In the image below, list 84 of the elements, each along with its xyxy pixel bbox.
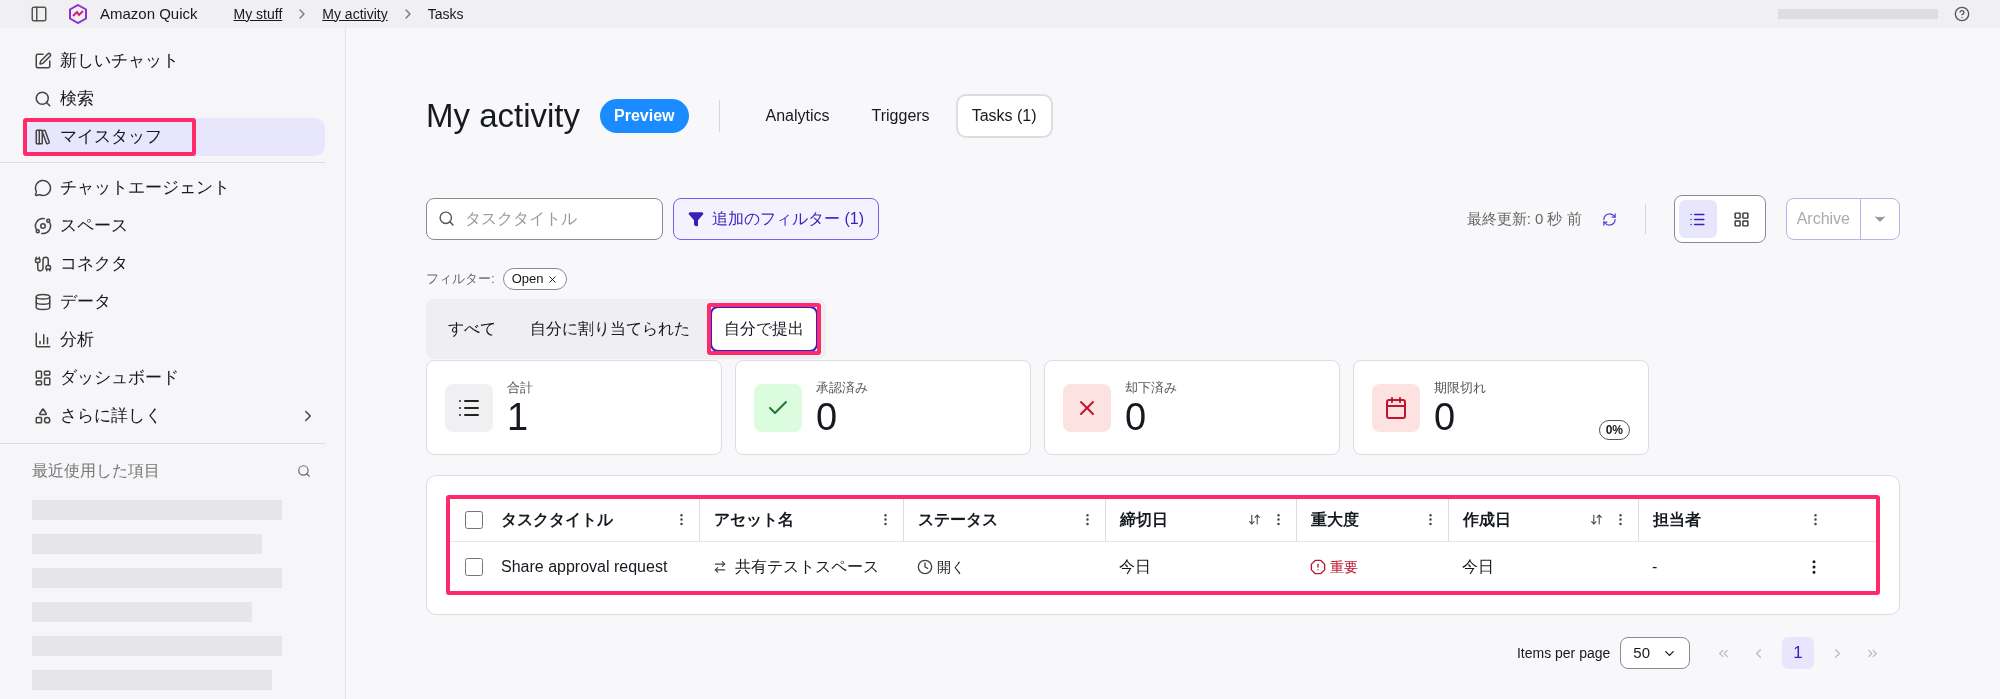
logo-icon bbox=[68, 4, 88, 24]
breadcrumb-link[interactable]: My stuff bbox=[233, 3, 283, 25]
search-field[interactable]: タスクタイトル bbox=[426, 198, 663, 240]
sort-icon[interactable] bbox=[1590, 513, 1603, 526]
filter-tab[interactable]: 自分で提出 bbox=[710, 306, 818, 352]
table-cell-text: 今日 bbox=[1118, 557, 1152, 577]
sidebar-item[interactable]: 分析 bbox=[26, 321, 325, 359]
column-header[interactable]: 重大度 bbox=[1311, 507, 1359, 532]
last-updated-text: 最終更新: 0 秒 前 bbox=[1466, 208, 1582, 229]
table-cell-text: 共有テストスペース bbox=[735, 557, 879, 577]
filter-button[interactable]: 追加のフィルター (1) bbox=[673, 198, 879, 240]
stat-value: 0 bbox=[1125, 397, 1148, 438]
sidebar-item[interactable]: コネクタ bbox=[26, 245, 325, 283]
breadcrumb-link[interactable]: My activity bbox=[322, 3, 388, 25]
app-name: Amazon Quick bbox=[100, 3, 198, 24]
filter-label: フィルター: bbox=[426, 270, 495, 289]
sidebar-item[interactable]: ダッシュボード bbox=[26, 359, 325, 397]
cable-icon bbox=[34, 255, 52, 273]
sidebar-toggle-icon[interactable] bbox=[30, 5, 48, 23]
orbit-icon bbox=[34, 217, 52, 235]
dashboard-icon bbox=[34, 369, 52, 387]
column-header[interactable]: 担当者 bbox=[1653, 507, 1701, 532]
tab[interactable]: Analytics bbox=[749, 94, 846, 138]
sidebar-item[interactable]: さらに詳しく bbox=[26, 397, 325, 435]
check-icon bbox=[754, 383, 802, 432]
sidebar-item[interactable]: スペース bbox=[26, 207, 325, 245]
chat-bubble-icon bbox=[34, 179, 52, 197]
close-icon bbox=[1063, 383, 1111, 432]
filter-tab[interactable]: すべて bbox=[434, 306, 510, 352]
tab[interactable]: Triggers bbox=[855, 94, 946, 138]
stat-label: 却下済み bbox=[1125, 378, 1177, 397]
sidebar-item[interactable]: マイスタッフ bbox=[26, 118, 325, 156]
column-header[interactable]: 締切日 bbox=[1120, 507, 1168, 532]
items-per-page-label: Items per page bbox=[1516, 643, 1611, 663]
stat-label: 承認済み bbox=[816, 378, 868, 397]
tab[interactable]: Tasks (1) bbox=[955, 94, 1053, 138]
filter-chip[interactable]: Open bbox=[502, 268, 568, 290]
bar-chart-icon bbox=[34, 331, 52, 349]
database-icon bbox=[34, 293, 52, 311]
column-header[interactable]: アセット名 bbox=[714, 507, 794, 532]
select-all-checkbox[interactable] bbox=[465, 510, 483, 529]
list-icon bbox=[445, 383, 493, 432]
stat-value: 1 bbox=[507, 397, 530, 438]
shapes-icon bbox=[34, 407, 52, 425]
search-icon[interactable] bbox=[297, 464, 311, 478]
row-checkbox[interactable] bbox=[465, 558, 483, 576]
stat-label: 合計 bbox=[507, 378, 533, 397]
transfer-icon bbox=[713, 560, 727, 574]
column-header[interactable]: タスクタイトル bbox=[501, 507, 613, 532]
sort-icon[interactable] bbox=[1248, 513, 1261, 526]
stat-value: 0 bbox=[1434, 397, 1457, 438]
grid-icon bbox=[1733, 210, 1751, 228]
page-size-select[interactable]: 50 bbox=[1620, 637, 1690, 669]
status-text: 開く bbox=[937, 557, 965, 577]
clock-icon bbox=[917, 559, 933, 575]
stat-value: 0 bbox=[816, 397, 839, 438]
list-view-button[interactable] bbox=[1678, 200, 1717, 238]
alert-icon bbox=[1310, 559, 1326, 575]
sidebar-item[interactable]: 検索 bbox=[26, 80, 325, 118]
table-cell-text: Share approval request bbox=[501, 557, 668, 577]
preview-badge: Preview bbox=[600, 99, 689, 133]
calendar-icon bbox=[1372, 383, 1420, 432]
breadcrumb-current: Tasks bbox=[427, 4, 464, 24]
severity-text: 重要 bbox=[1330, 557, 1358, 577]
column-header[interactable]: 作成日 bbox=[1463, 507, 1511, 532]
sidebar-item[interactable]: 新しいチャット bbox=[26, 42, 325, 80]
table-cell-text: 今日 bbox=[1461, 557, 1495, 577]
search-icon bbox=[34, 90, 52, 108]
help-icon[interactable] bbox=[1954, 6, 1970, 22]
column-header[interactable]: ステータス bbox=[918, 507, 998, 532]
table-cell-text: - bbox=[1652, 557, 1658, 577]
page-title: My activity bbox=[426, 96, 580, 137]
sidebar-item[interactable]: データ bbox=[26, 283, 325, 321]
sidebar-item[interactable]: チャットエージェント bbox=[26, 169, 325, 207]
funnel-icon bbox=[688, 211, 704, 227]
pencil-square-icon bbox=[34, 52, 52, 70]
stat-label: 期限切れ bbox=[1434, 378, 1486, 397]
page-button[interactable]: 1 bbox=[1782, 637, 1814, 669]
refresh-icon[interactable] bbox=[1601, 211, 1617, 227]
filter-tab[interactable]: 自分に割り当てられた bbox=[516, 306, 704, 352]
books-icon bbox=[34, 128, 52, 146]
close-icon[interactable] bbox=[547, 273, 559, 285]
section-title: 最近使用した項目 bbox=[32, 461, 160, 481]
search-icon bbox=[438, 210, 455, 227]
